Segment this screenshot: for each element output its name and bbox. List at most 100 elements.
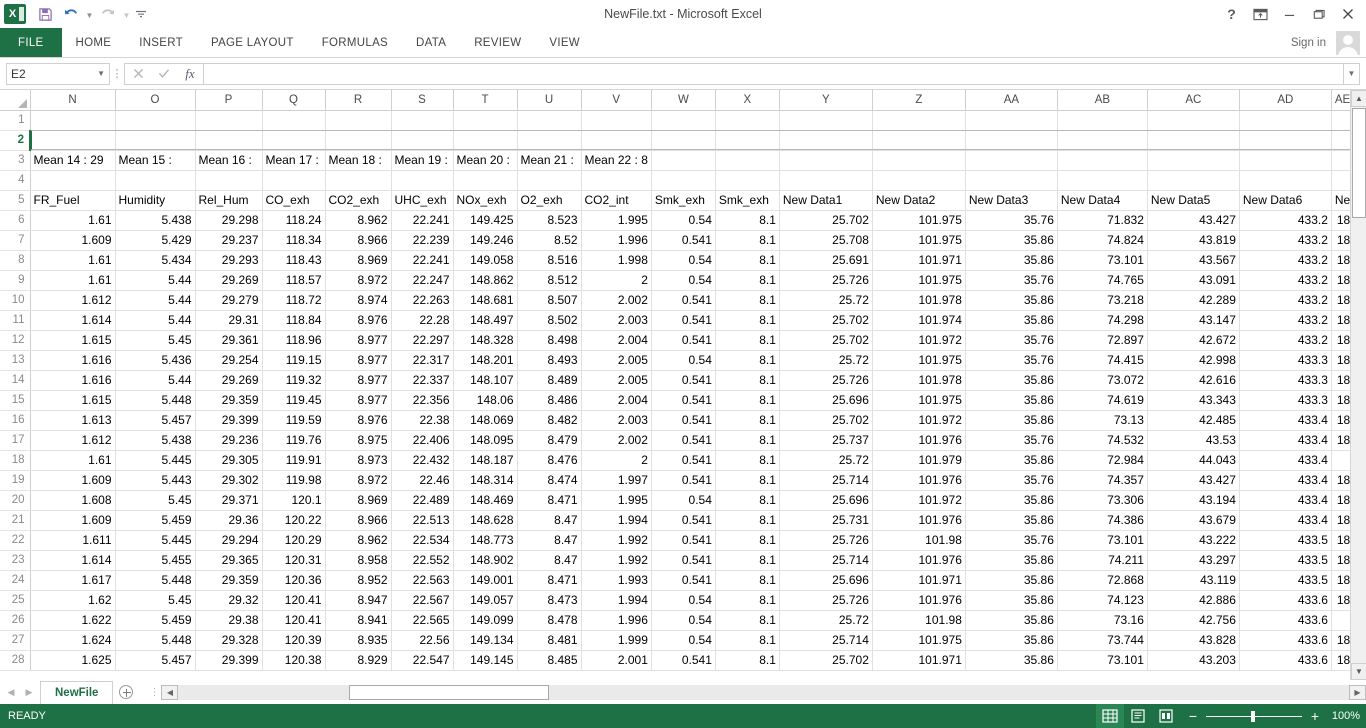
cell-R17[interactable]: 8.975 [325, 430, 392, 451]
cell-Q7[interactable]: 118.34 [262, 230, 326, 251]
cell-W6[interactable]: 0.54 [651, 210, 716, 231]
cell-W24[interactable]: 0.541 [651, 570, 716, 591]
cell-Z14[interactable]: 101.978 [872, 370, 966, 391]
name-box[interactable]: E2 ▼ [6, 62, 110, 85]
cell-R5[interactable]: CO2_exh [325, 190, 392, 211]
tab-formulas[interactable]: FORMULAS [308, 28, 402, 58]
page-layout-view-icon[interactable] [1124, 704, 1152, 728]
cell-T18[interactable]: 148.187 [453, 450, 518, 471]
cell-O10[interactable]: 5.44 [115, 290, 196, 311]
cell-V5[interactable]: CO2_int [581, 190, 652, 211]
cell-O20[interactable]: 5.45 [115, 490, 196, 511]
column-header-w[interactable]: W [651, 90, 716, 111]
tab-data[interactable]: DATA [402, 28, 460, 58]
cell-N26[interactable]: 1.622 [30, 610, 116, 631]
row-header-14[interactable]: 14 [0, 370, 31, 391]
zoom-level-label[interactable]: 100% [1326, 710, 1360, 722]
cell-Z22[interactable]: 101.98 [872, 530, 966, 551]
cell-AA20[interactable]: 35.86 [965, 490, 1058, 511]
cell-Q10[interactable]: 118.72 [262, 290, 326, 311]
cell-Z12[interactable]: 101.972 [872, 330, 966, 351]
cell-O23[interactable]: 5.455 [115, 550, 196, 571]
cell-AC7[interactable]: 43.819 [1147, 230, 1240, 251]
cell-T11[interactable]: 148.497 [453, 310, 518, 331]
cell-Q26[interactable]: 120.41 [262, 610, 326, 631]
cell-T10[interactable]: 148.681 [453, 290, 518, 311]
cell-U3[interactable]: Mean 21 : [517, 150, 582, 171]
cell-AB4[interactable] [1057, 170, 1148, 191]
cell-Y11[interactable]: 25.702 [779, 310, 873, 331]
ribbon-display-icon[interactable] [1246, 1, 1275, 27]
cell-T16[interactable]: 148.069 [453, 410, 518, 431]
cell-R4[interactable] [325, 170, 392, 191]
cell-R27[interactable]: 8.935 [325, 630, 392, 651]
tab-page-layout[interactable]: PAGE LAYOUT [197, 28, 308, 58]
cell-S12[interactable]: 22.297 [391, 330, 454, 351]
cell-X25[interactable]: 8.1 [715, 590, 780, 611]
cell-U9[interactable]: 8.512 [517, 270, 582, 291]
cell-U8[interactable]: 8.516 [517, 250, 582, 271]
cell-AC26[interactable]: 42.756 [1147, 610, 1240, 631]
cell-Q24[interactable]: 120.36 [262, 570, 326, 591]
cell-AC15[interactable]: 43.343 [1147, 390, 1240, 411]
cell-Z4[interactable] [872, 170, 966, 191]
cell-Q15[interactable]: 119.45 [262, 390, 326, 411]
cell-AA25[interactable]: 35.86 [965, 590, 1058, 611]
cell-Z13[interactable]: 101.975 [872, 350, 966, 371]
cell-Y14[interactable]: 25.726 [779, 370, 873, 391]
cell-N9[interactable]: 1.61 [30, 270, 116, 291]
cell-R23[interactable]: 8.958 [325, 550, 392, 571]
cell-R18[interactable]: 8.973 [325, 450, 392, 471]
cell-Z15[interactable]: 101.975 [872, 390, 966, 411]
cell-AA14[interactable]: 35.86 [965, 370, 1058, 391]
row-header-15[interactable]: 15 [0, 390, 31, 411]
cell-V20[interactable]: 1.995 [581, 490, 652, 511]
cell-P18[interactable]: 29.305 [195, 450, 263, 471]
cell-X3[interactable] [715, 150, 780, 171]
cell-AA26[interactable]: 35.86 [965, 610, 1058, 631]
cell-Z28[interactable]: 101.971 [872, 650, 966, 671]
cell-AA24[interactable]: 35.86 [965, 570, 1058, 591]
cell-U1[interactable] [517, 110, 582, 131]
cell-AB8[interactable]: 73.101 [1057, 250, 1148, 271]
cell-O25[interactable]: 5.45 [115, 590, 196, 611]
cell-Z5[interactable]: New Data2 [872, 190, 966, 211]
cell-P12[interactable]: 29.361 [195, 330, 263, 351]
cell-U2[interactable] [517, 130, 582, 151]
cell-W14[interactable]: 0.541 [651, 370, 716, 391]
cell-O19[interactable]: 5.443 [115, 470, 196, 491]
cell-AA21[interactable]: 35.86 [965, 510, 1058, 531]
cell-Y1[interactable] [779, 110, 873, 131]
cell-U28[interactable]: 8.485 [517, 650, 582, 671]
expand-formula-bar-icon[interactable]: ▼ [1344, 62, 1360, 85]
cell-AD23[interactable]: 433.5 [1239, 550, 1332, 571]
cell-S26[interactable]: 22.565 [391, 610, 454, 631]
cell-T22[interactable]: 148.773 [453, 530, 518, 551]
cell-T7[interactable]: 149.246 [453, 230, 518, 251]
cell-AC23[interactable]: 43.297 [1147, 550, 1240, 571]
cell-AB5[interactable]: New Data4 [1057, 190, 1148, 211]
cell-O28[interactable]: 5.457 [115, 650, 196, 671]
cell-Y19[interactable]: 25.714 [779, 470, 873, 491]
column-header-ad[interactable]: AD [1239, 90, 1332, 111]
save-icon[interactable] [32, 2, 58, 26]
cell-P5[interactable]: Rel_Hum [195, 190, 263, 211]
cell-X27[interactable]: 8.1 [715, 630, 780, 651]
cell-T26[interactable]: 149.099 [453, 610, 518, 631]
cell-N22[interactable]: 1.611 [30, 530, 116, 551]
cell-Q12[interactable]: 118.96 [262, 330, 326, 351]
cell-AD20[interactable]: 433.4 [1239, 490, 1332, 511]
cell-R12[interactable]: 8.977 [325, 330, 392, 351]
cell-S7[interactable]: 22.239 [391, 230, 454, 251]
cell-W26[interactable]: 0.54 [651, 610, 716, 631]
cell-T20[interactable]: 148.469 [453, 490, 518, 511]
cell-O26[interactable]: 5.459 [115, 610, 196, 631]
cell-Y16[interactable]: 25.702 [779, 410, 873, 431]
cell-Y9[interactable]: 25.726 [779, 270, 873, 291]
cell-X4[interactable] [715, 170, 780, 191]
cell-AD9[interactable]: 433.2 [1239, 270, 1332, 291]
cell-W3[interactable] [651, 150, 716, 171]
cell-Y5[interactable]: New Data1 [779, 190, 873, 211]
row-header-4[interactable]: 4 [0, 170, 31, 191]
cell-Z2[interactable] [872, 130, 966, 151]
